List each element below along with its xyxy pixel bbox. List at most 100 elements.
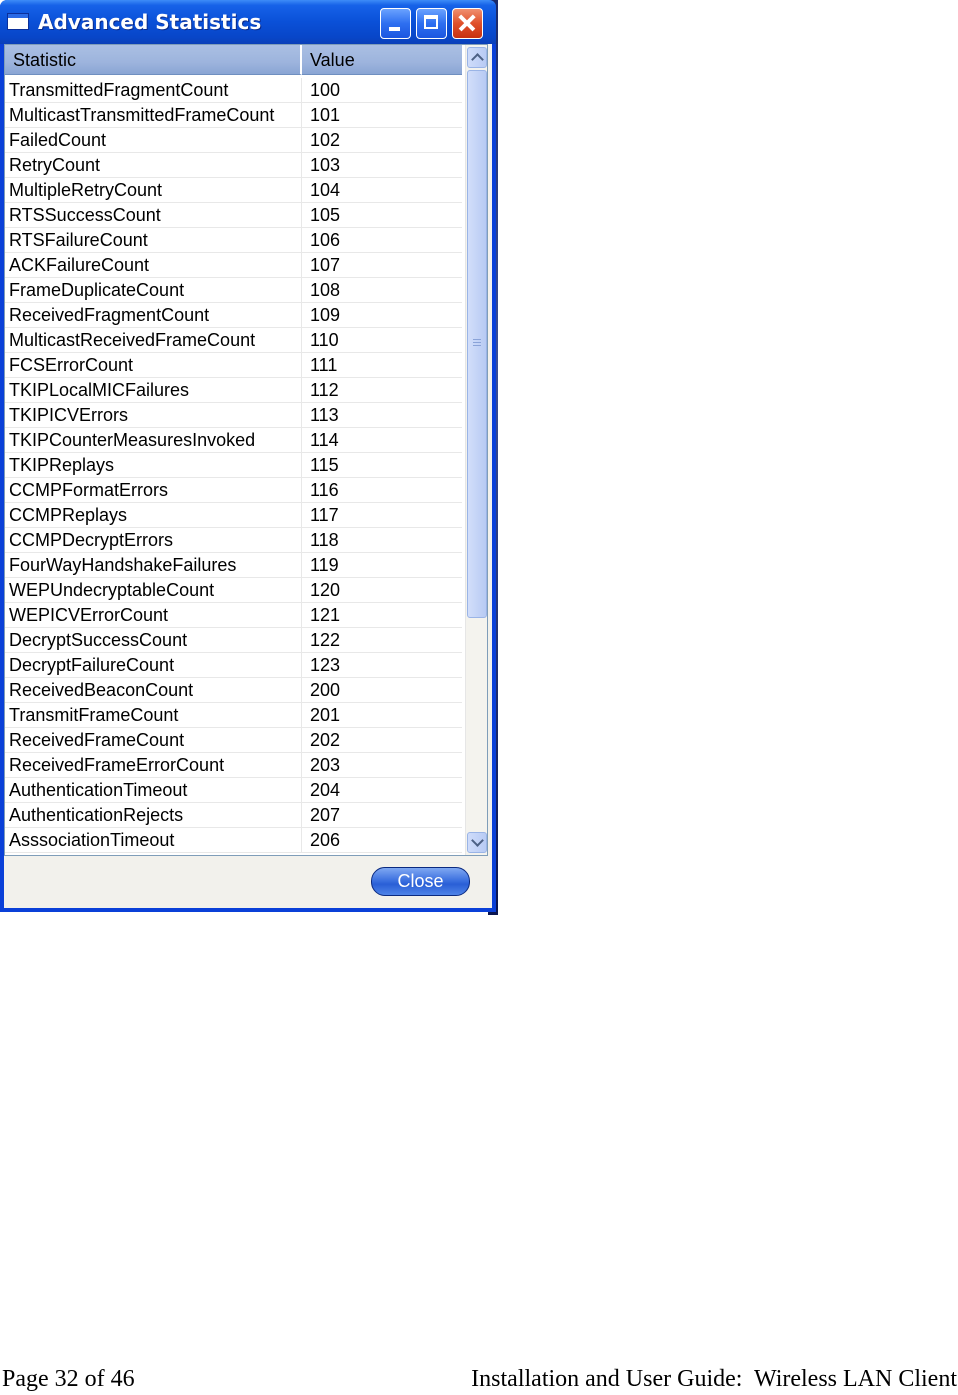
- statistic-name: DecryptSuccessCount: [5, 628, 302, 652]
- dialog-client-area: Statistic Value TransmittedFragmentCount…: [4, 44, 492, 908]
- statistic-value: 113: [310, 405, 339, 425]
- statistic-value: 122: [310, 630, 341, 650]
- table-row[interactable]: DecryptSuccessCount 122: [5, 628, 462, 653]
- scroll-thumb[interactable]: [467, 70, 487, 618]
- statistic-name: MultipleRetryCount: [5, 178, 302, 202]
- statistic-value: 106: [310, 230, 341, 250]
- table-row[interactable]: DecryptFailureCount 123: [5, 653, 462, 678]
- statistic-value: 109: [310, 305, 341, 325]
- statistic-value: 120: [310, 580, 341, 600]
- table-row[interactable]: ReceivedFragmentCount 109: [5, 303, 462, 328]
- table-row[interactable]: MultipleRetryCount 104: [5, 178, 462, 203]
- statistic-name: AuthenticationRejects: [5, 803, 302, 827]
- table-row[interactable]: RetryCount 103: [5, 153, 462, 178]
- table-row[interactable]: ReceivedFrameErrorCount 203: [5, 753, 462, 778]
- statistic-name: TransmittedFragmentCount: [5, 78, 302, 102]
- statistics-list[interactable]: Statistic Value TransmittedFragmentCount…: [4, 44, 488, 856]
- statistic-name: TKIPICVErrors: [5, 403, 302, 427]
- window-title: Advanced Statistics: [38, 10, 262, 34]
- statistic-name: AuthenticationTimeout: [5, 778, 302, 802]
- table-row[interactable]: MulticastReceivedFrameCount 110: [5, 328, 462, 353]
- maximize-icon[interactable]: [416, 8, 447, 39]
- title-bar[interactable]: Advanced Statistics: [0, 0, 496, 44]
- statistic-value: 200: [310, 680, 341, 700]
- table-row[interactable]: TKIPCounterMeasuresInvoked 114: [5, 428, 462, 453]
- scroll-down-icon[interactable]: [467, 832, 487, 853]
- statistic-value: 107: [310, 255, 341, 275]
- table-row[interactable]: CCMPFormatErrors 116: [5, 478, 462, 503]
- table-row[interactable]: RTSFailureCount 106: [5, 228, 462, 253]
- table-row[interactable]: ReceivedBeaconCount 200: [5, 678, 462, 703]
- table-row[interactable]: CCMPDecryptErrors 118: [5, 528, 462, 553]
- scroll-up-icon[interactable]: [467, 47, 487, 68]
- table-row[interactable]: FailedCount 102: [5, 128, 462, 153]
- table-row[interactable]: TKIPICVErrors 113: [5, 403, 462, 428]
- statistic-name: RetryCount: [5, 153, 302, 177]
- statistic-value: 204: [310, 780, 341, 800]
- close-icon[interactable]: [452, 8, 483, 39]
- statistic-name: FCSErrorCount: [5, 353, 302, 377]
- statistic-name: ReceivedFrameErrorCount: [5, 753, 302, 777]
- vertical-scrollbar[interactable]: [465, 45, 487, 855]
- minimize-icon[interactable]: [380, 8, 411, 39]
- statistic-name: MulticastTransmittedFrameCount: [5, 103, 302, 127]
- statistic-value: 116: [310, 480, 339, 500]
- document-title: Installation and User Guide: Wireless LA…: [471, 1366, 957, 1392]
- statistic-name: DecryptFailureCount: [5, 653, 302, 677]
- statistic-name: FailedCount: [5, 128, 302, 152]
- table-row[interactable]: MulticastTransmittedFrameCount 101: [5, 103, 462, 128]
- statistic-name: CCMPFormatErrors: [5, 478, 302, 502]
- statistic-name: RTSFailureCount: [5, 228, 302, 252]
- statistic-name: TKIPCounterMeasuresInvoked: [5, 428, 302, 452]
- statistic-value: 105: [310, 205, 341, 225]
- statistic-value: 202: [310, 730, 341, 750]
- statistic-value: 101: [310, 105, 341, 125]
- statistic-value: 103: [310, 155, 341, 175]
- list-rows: TransmittedFragmentCount 100 MulticastTran…: [5, 78, 462, 853]
- statistic-value: 121: [310, 605, 341, 625]
- statistic-value: 207: [310, 805, 341, 825]
- table-row[interactable]: FCSErrorCount 111: [5, 353, 462, 378]
- statistic-name: ReceivedFrameCount: [5, 728, 302, 752]
- window-icon: [7, 13, 29, 30]
- statistic-value: 100: [310, 80, 341, 100]
- table-row[interactable]: AsssociationTimeout 206: [5, 828, 462, 853]
- table-row[interactable]: TransmitFrameCount 201: [5, 703, 462, 728]
- table-row[interactable]: RTSSuccessCount 105: [5, 203, 462, 228]
- table-row[interactable]: AuthenticationTimeout 204: [5, 778, 462, 803]
- column-header-value[interactable]: Value: [302, 45, 462, 75]
- table-row[interactable]: ACKFailureCount 107: [5, 253, 462, 278]
- table-row[interactable]: TransmittedFragmentCount 100: [5, 78, 462, 103]
- advanced-statistics-dialog: Advanced Statistics Statistic Value Tran…: [0, 0, 496, 912]
- list-header: Statistic Value: [5, 45, 462, 75]
- table-row[interactable]: ReceivedFrameCount 202: [5, 728, 462, 753]
- statistic-name: TKIPLocalMICFailures: [5, 378, 302, 402]
- table-row[interactable]: TKIPLocalMICFailures 112: [5, 378, 462, 403]
- table-row[interactable]: FourWayHandshakeFailures 119: [5, 553, 462, 578]
- statistic-value: 118: [310, 530, 339, 550]
- statistic-value: 108: [310, 280, 341, 300]
- statistic-value: 206: [310, 830, 341, 850]
- statistic-value: 112: [310, 380, 339, 400]
- statistic-value: 203: [310, 755, 341, 775]
- statistic-value: 201: [310, 705, 341, 725]
- table-row[interactable]: WEPICVErrorCount 121: [5, 603, 462, 628]
- statistic-name: FourWayHandshakeFailures: [5, 553, 302, 577]
- statistic-value: 123: [310, 655, 341, 675]
- statistic-value: 102: [310, 130, 341, 150]
- statistic-name: ReceivedFragmentCount: [5, 303, 302, 327]
- statistic-value: 117: [310, 505, 339, 525]
- table-row[interactable]: AuthenticationRejects 207: [5, 803, 462, 828]
- table-row[interactable]: FrameDuplicateCount 108: [5, 278, 462, 303]
- statistic-name: TKIPReplays: [5, 453, 302, 477]
- close-button[interactable]: Close: [371, 867, 470, 896]
- table-row[interactable]: WEPUndecryptableCount 120: [5, 578, 462, 603]
- column-header-statistic[interactable]: Statistic: [5, 45, 302, 75]
- statistic-name: CCMPReplays: [5, 503, 302, 527]
- statistic-value: 110: [310, 330, 339, 350]
- table-row[interactable]: TKIPReplays 115: [5, 453, 462, 478]
- page-number: Page 32 of 46: [2, 1366, 135, 1392]
- statistic-name: RTSSuccessCount: [5, 203, 302, 227]
- table-row[interactable]: CCMPReplays 117: [5, 503, 462, 528]
- statistic-value: 111: [310, 355, 338, 375]
